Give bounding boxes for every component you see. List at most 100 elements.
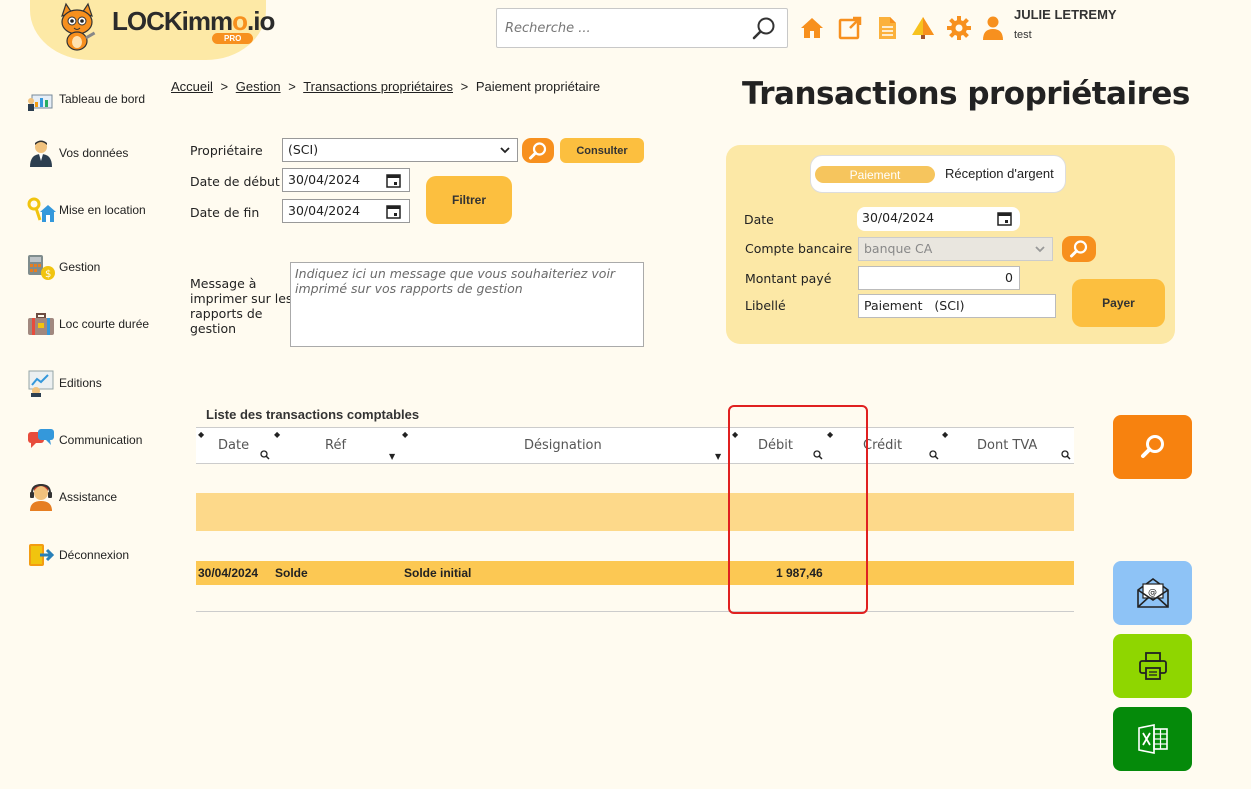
- printer-icon: [1138, 652, 1167, 680]
- tab-reception-argent[interactable]: Réception d'argent: [945, 166, 1054, 181]
- home-icon[interactable]: [799, 15, 825, 41]
- message-label-line: imprimer sur les: [190, 291, 293, 306]
- app-logo[interactable]: LOCKimmo.io: [112, 6, 275, 37]
- email-action-button[interactable]: @: [1113, 561, 1192, 625]
- user-role: test: [1014, 29, 1032, 41]
- sidebar-item-loc-courte-duree[interactable]: Loc courte durée: [26, 310, 149, 338]
- message-label-line: gestion: [190, 321, 237, 336]
- start-date-label: Date de début: [190, 174, 280, 189]
- calendar-icon[interactable]: [997, 211, 1012, 226]
- message-label-line: Message à: [190, 276, 257, 291]
- sidebar-item-communication[interactable]: Communication: [26, 426, 142, 454]
- breadcrumb-gestion[interactable]: Gestion: [236, 79, 281, 94]
- pay-date-value: 30/04/2024: [862, 210, 935, 225]
- search-icon: [529, 141, 547, 159]
- search-icon[interactable]: [260, 450, 270, 460]
- start-date-input[interactable]: 30/04/2024: [282, 168, 410, 192]
- table-row[interactable]: 30/04/2024 Solde Solde initial 1 987,46: [196, 561, 1074, 585]
- pay-button[interactable]: Payer: [1072, 279, 1165, 327]
- sidebar-item-label: Communication: [59, 433, 143, 447]
- search-icon[interactable]: [751, 16, 777, 42]
- search-icon: [1140, 435, 1164, 458]
- breadcrumb-separator: >: [460, 79, 469, 94]
- message-label: Message à imprimer sur les rapports de g…: [190, 276, 292, 336]
- sidebar-item-label: Tableau de bord: [59, 92, 146, 106]
- gear-icon[interactable]: [946, 15, 972, 41]
- sort-icon[interactable]: ◆: [942, 430, 948, 439]
- column-header-ref[interactable]: Réf: [325, 438, 346, 453]
- print-action-button[interactable]: [1113, 634, 1192, 698]
- column-header-designation[interactable]: Désignation: [524, 438, 602, 453]
- tab-paiement[interactable]: Paiement: [815, 166, 935, 183]
- user-icon[interactable]: [980, 15, 1006, 41]
- external-link-icon[interactable]: [837, 15, 863, 41]
- end-date-label: Date de fin: [190, 205, 260, 220]
- sidebar-item-mise-en-location[interactable]: Mise en location: [26, 196, 146, 224]
- calendar-icon[interactable]: [386, 173, 401, 188]
- sidebar-item-gestion[interactable]: $ Gestion: [26, 253, 100, 281]
- table-divider: [196, 611, 1074, 612]
- excel-action-button[interactable]: [1113, 707, 1192, 771]
- owner-search-button[interactable]: [522, 138, 554, 163]
- calendar-icon[interactable]: [386, 204, 401, 219]
- amount-input[interactable]: 0: [858, 266, 1020, 290]
- sort-icon[interactable]: ◆: [198, 430, 204, 439]
- search-icon[interactable]: [1061, 450, 1071, 460]
- sidebar-item-tableau-de-bord[interactable]: Tableau de bord: [26, 85, 145, 113]
- breadcrumb-separator: >: [288, 79, 296, 94]
- libelle-input[interactable]: Paiement (SCI): [858, 294, 1056, 318]
- keys-house-icon: [27, 197, 56, 222]
- filter-icon[interactable]: ▼: [389, 452, 395, 461]
- sort-icon[interactable]: ◆: [402, 430, 408, 439]
- column-header-dont-tva[interactable]: Dont TVA: [977, 438, 1037, 453]
- logo-pro-badge: PRO: [212, 33, 254, 44]
- bank-account-search-button[interactable]: [1062, 236, 1096, 262]
- person-icon: [30, 140, 52, 167]
- message-textarea[interactable]: [290, 262, 644, 347]
- sidebar-item-vos-donnees[interactable]: Vos données: [26, 139, 128, 167]
- column-header-credit[interactable]: Crédit: [863, 438, 902, 453]
- owner-label: Propriétaire: [190, 143, 263, 158]
- breadcrumb-accueil[interactable]: Accueil: [171, 79, 213, 94]
- svg-text:$: $: [45, 269, 51, 280]
- sidebar-item-label: Gestion: [59, 260, 101, 274]
- search-icon[interactable]: [929, 450, 939, 460]
- amount-label: Montant payé: [745, 271, 832, 286]
- breadcrumb-transactions[interactable]: Transactions propriétaires: [303, 79, 453, 94]
- cell-date: 30/04/2024: [198, 566, 259, 580]
- message-label-line: rapports de: [190, 306, 263, 321]
- pay-date-label: Date: [744, 212, 774, 227]
- sidebar-item-deconnexion[interactable]: Déconnexion: [26, 541, 129, 569]
- libelle-label: Libellé: [745, 298, 786, 313]
- user-name[interactable]: JULIE LETREMY: [1014, 7, 1117, 22]
- filter-icon[interactable]: ▼: [715, 452, 721, 461]
- search-input[interactable]: [505, 18, 745, 38]
- consult-button[interactable]: Consulter: [560, 138, 644, 163]
- search-icon: [1070, 240, 1088, 258]
- suitcase-icon: [28, 313, 54, 335]
- end-date-input[interactable]: 30/04/2024: [282, 199, 410, 223]
- sidebar-item-assistance[interactable]: Assistance: [26, 483, 117, 511]
- cat-mascot-icon: [61, 2, 96, 51]
- logout-icon: [29, 544, 55, 566]
- sidebar-item-label: Déconnexion: [59, 548, 130, 562]
- calculator-icon: $: [28, 255, 55, 280]
- pay-date-input[interactable]: 30/04/2024: [857, 207, 1020, 231]
- document-icon[interactable]: [874, 15, 900, 41]
- debit-column-highlight: [728, 405, 868, 614]
- sort-icon[interactable]: ◆: [274, 430, 280, 439]
- table-header: ◆ Date ◆ Réf ▼ ◆ Désignation ▼ ◆ Débit ◆…: [196, 427, 1074, 464]
- bank-account-select[interactable]: banque CA: [858, 237, 1053, 261]
- sidebar-item-label: Vos données: [59, 146, 129, 160]
- chevron-down-icon: [1035, 246, 1045, 253]
- filter-button[interactable]: Filtrer: [426, 176, 512, 224]
- svg-text:@: @: [1148, 588, 1157, 598]
- owner-select[interactable]: (SCI): [282, 138, 518, 162]
- column-header-date[interactable]: Date: [218, 438, 249, 453]
- owner-select-value: (SCI): [288, 142, 319, 157]
- tree-icon[interactable]: [910, 15, 936, 41]
- page-title: Transactions propriétaires: [742, 76, 1190, 112]
- sidebar-item-editions[interactable]: Editions: [26, 369, 102, 397]
- report-icon: [28, 370, 54, 397]
- search-action-button[interactable]: [1113, 415, 1192, 479]
